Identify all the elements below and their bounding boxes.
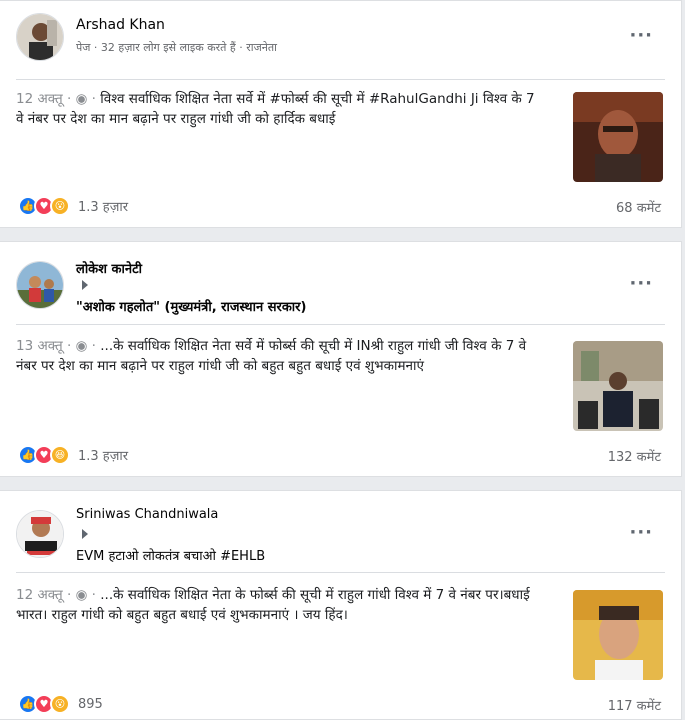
post-image[interactable]	[573, 341, 663, 431]
divider	[16, 572, 665, 573]
post-image[interactable]	[573, 590, 663, 680]
globe-icon: ◉	[75, 338, 88, 354]
author-name[interactable]: Sriniwas Chandniwala	[76, 507, 218, 522]
post-date[interactable]: 12 अक्तू	[16, 91, 63, 107]
date-separator: ·	[87, 91, 101, 107]
date-separator: ·	[62, 587, 76, 603]
reactions[interactable]: 👍 ♥ 😮 895	[18, 694, 103, 714]
date-separator: ·	[87, 338, 101, 354]
post-date[interactable]: 12 अक्तू	[16, 587, 63, 603]
post-card: Arshad Khan पेज · 32 हज़ार लोग इसे लाइक …	[0, 0, 682, 228]
more-options-button[interactable]: ···	[629, 522, 653, 543]
post-image[interactable]	[573, 92, 663, 182]
post-text: 13 अक्तू · ◉ · ...के सर्वाधिक शिक्षित ने…	[16, 336, 546, 376]
post-text: 12 अक्तू · ◉ · ...के सर्वाधिक शिक्षित ने…	[16, 585, 546, 625]
author-name[interactable]: लोकेश कानेटी	[76, 259, 142, 277]
comment-count[interactable]: 132 कमेंट	[608, 447, 661, 465]
reactions[interactable]: 👍 ♥ 😆 1.3 हज़ार	[18, 445, 128, 465]
more-options-button[interactable]: ···	[629, 25, 653, 46]
avatar[interactable]	[16, 510, 64, 558]
reaction-count: 1.3 हज़ार	[78, 449, 129, 464]
date-separator: ·	[62, 338, 76, 354]
globe-icon: ◉	[75, 91, 88, 107]
comment-count[interactable]: 68 कमेंट	[616, 198, 661, 216]
chevron-right-icon	[82, 529, 88, 539]
divider	[16, 79, 665, 80]
avatar[interactable]	[16, 261, 64, 309]
page-subtitle: पेज · 32 हज़ार लोग इसे लाइक करते हैं · र…	[76, 41, 278, 54]
chevron-right-icon	[82, 280, 88, 290]
comment-count[interactable]: 117 कमेंट	[608, 696, 661, 714]
wow-icon: 😮	[50, 694, 70, 714]
post-card: Sriniwas Chandniwala EVM हटाओ लोकतंत्र ब…	[0, 490, 682, 720]
divider	[16, 324, 665, 325]
wow-icon: 😮	[50, 196, 70, 216]
globe-icon: ◉	[75, 587, 88, 603]
date-separator: ·	[62, 91, 76, 107]
more-options-button[interactable]: ···	[629, 273, 653, 294]
post-date[interactable]: 13 अक्तू	[16, 338, 63, 354]
date-separator: ·	[87, 587, 101, 603]
reaction-count: 895	[78, 696, 103, 712]
haha-icon: 😆	[50, 445, 70, 465]
author-name[interactable]: Arshad Khan	[76, 17, 165, 33]
shared-to-target[interactable]: EVM हटाओ लोकतंत्र बचाओ #EHLB	[76, 546, 265, 564]
reaction-count: 1.3 हज़ार	[78, 200, 129, 215]
post-card: लोकेश कानेटी "अशोक गहलोत" (मुख्यमंत्री, …	[0, 241, 682, 477]
reactions[interactable]: 👍 ♥ 😮 1.3 हज़ार	[18, 196, 128, 216]
shared-to-target[interactable]: "अशोक गहलोत" (मुख्यमंत्री, राजस्थान सरका…	[76, 297, 306, 315]
post-text: 12 अक्तू · ◉ · विश्व सर्वाधिक शिक्षित ने…	[16, 89, 546, 129]
avatar[interactable]	[16, 13, 64, 61]
